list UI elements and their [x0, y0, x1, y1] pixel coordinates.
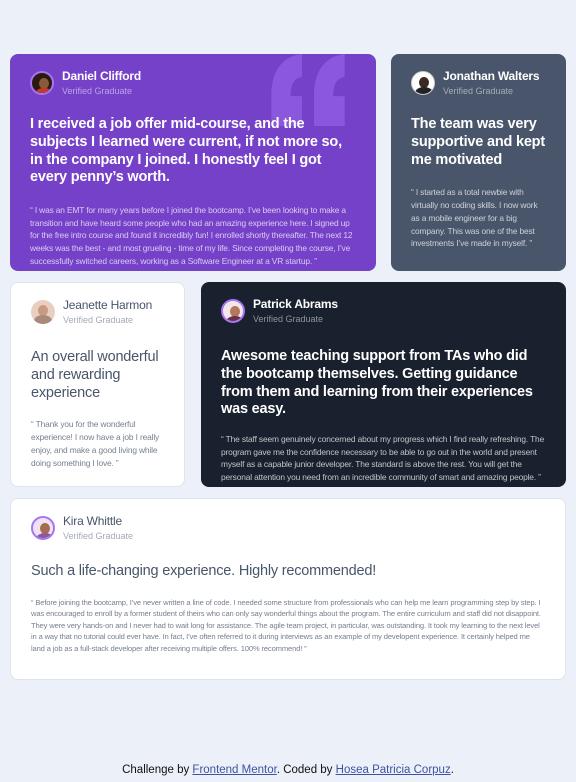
avatar [31, 300, 55, 325]
testimonial-body: “ The staff seem genuinely concerned abo… [221, 433, 545, 483]
attribution-prefix: Challenge by [122, 764, 193, 776]
testimonial-card-kira: Kira Whittle Verified Graduate Such a li… [10, 498, 566, 680]
avatar [411, 71, 435, 96]
author-role: Verified Graduate [63, 314, 134, 325]
author: Daniel Clifford Verified Graduate [30, 69, 356, 96]
frontend-mentor-link[interactable]: Frontend Mentor [192, 764, 276, 776]
avatar [31, 516, 55, 541]
author-name: Patrick Abrams [253, 297, 338, 311]
testimonial-body: “ I started as a total newbie with virtu… [411, 187, 538, 249]
testimonial-card-daniel: Daniel Clifford Verified Graduate I rece… [10, 54, 376, 271]
author-role: Verified Graduate [62, 85, 133, 96]
author-name: Jonathan Walters [443, 69, 540, 83]
author-name: Kira Whittle [63, 514, 122, 528]
author-role: Verified Graduate [253, 313, 324, 324]
author: Patrick Abrams Verified Graduate [221, 297, 546, 324]
testimonial-headline: An overall wonderful and rewarding exper… [31, 349, 159, 401]
attribution-footer: Challenge by Frontend Mentor. Coded by H… [0, 764, 576, 776]
testimonial-headline: Such a life-changing experience. Highly … [31, 563, 377, 580]
author: Kira Whittle Verified Graduate [31, 514, 545, 541]
author-role: Verified Graduate [63, 530, 134, 541]
testimonial-card-patrick: Patrick Abrams Verified Graduate Awesome… [201, 282, 566, 487]
author-name: Daniel Clifford [62, 69, 142, 83]
testimonial-headline: I received a job offer mid-course, and t… [30, 116, 342, 186]
avatar [30, 71, 54, 96]
author-role: Verified Graduate [443, 85, 514, 96]
testimonial-headline: Awesome teaching support from TAs who di… [221, 348, 533, 418]
author-link[interactable]: Hosea Patricia Corpuz [336, 764, 451, 776]
testimonial-body: “ I was an EMT for many years before I j… [30, 204, 353, 266]
attribution-suffix: . [450, 764, 454, 776]
testimonial-headline: The team was very supportive and kept me… [411, 116, 545, 168]
testimonial-body: “ Thank you for the wonderful experience… [31, 419, 160, 468]
attribution-middle: . Coded by [276, 764, 336, 776]
testimonial-card-jeanette: Jeanette Harmon Verified Graduate An ove… [10, 282, 185, 487]
testimonial-body: “ Before joining the bootcamp, I’ve neve… [31, 597, 541, 653]
testimonial-card-jonathan: Jonathan Walters Verified Graduate The t… [391, 54, 566, 271]
author: Jonathan Walters Verified Graduate [411, 69, 546, 96]
author: Jeanette Harmon Verified Graduate [31, 298, 164, 325]
author-name: Jeanette Harmon [63, 298, 153, 312]
avatar [221, 299, 245, 324]
